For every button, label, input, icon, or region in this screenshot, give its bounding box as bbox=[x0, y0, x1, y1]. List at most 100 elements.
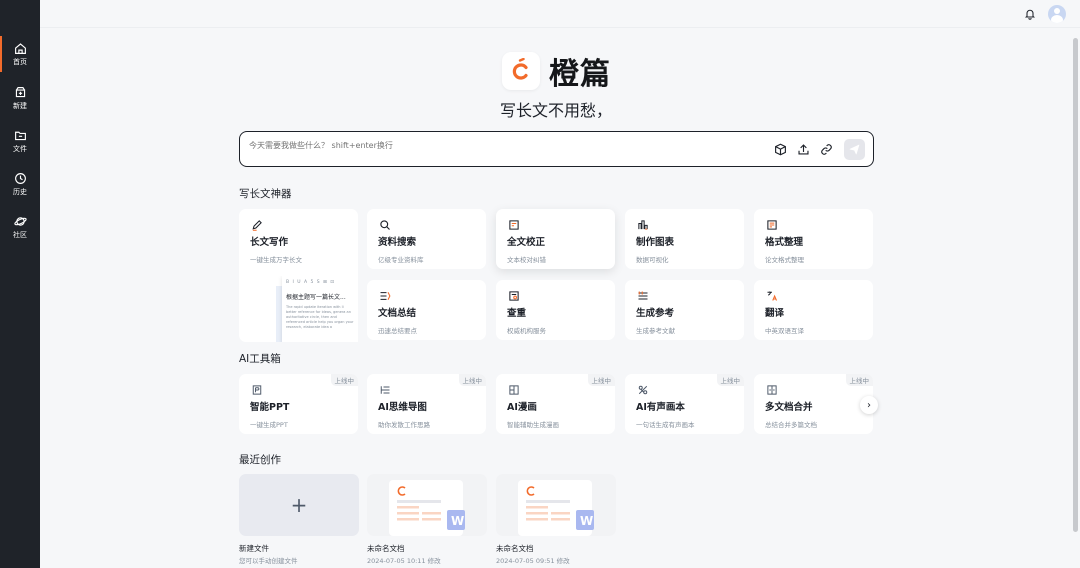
comic-icon bbox=[509, 385, 519, 395]
preview-title: 根据主题写一篇长文... bbox=[286, 294, 346, 301]
proofread-icon bbox=[509, 220, 519, 230]
card-title: 智能PPT bbox=[250, 402, 290, 413]
svg-text:W: W bbox=[451, 514, 464, 528]
new-file-button[interactable]: + bbox=[239, 474, 359, 536]
merge-icon bbox=[767, 385, 777, 395]
card-desc: 生成参考文献 bbox=[636, 327, 675, 335]
card-desc: 迅速总结要点 bbox=[378, 327, 417, 335]
card-translate[interactable]: 翻译 中英双语互译 bbox=[754, 280, 873, 340]
send-button[interactable] bbox=[844, 139, 865, 160]
card-desc: 权威机构服务 bbox=[507, 327, 546, 335]
pen-icon bbox=[252, 220, 262, 231]
avatar[interactable] bbox=[1048, 5, 1066, 23]
card-desc: 一键生成PPT bbox=[250, 421, 288, 429]
ppt-icon bbox=[252, 385, 262, 395]
format-icon bbox=[767, 220, 777, 230]
next-arrow-button[interactable]: › bbox=[860, 396, 878, 414]
card-smart-ppt[interactable]: 上线中 智能PPT 一键生成PPT bbox=[239, 374, 358, 434]
card-make-chart[interactable]: 制作图表 数据可视化 bbox=[625, 209, 744, 269]
bell-icon[interactable] bbox=[1024, 8, 1036, 20]
logo-mark bbox=[502, 52, 540, 90]
card-desc: 助你发散工作思路 bbox=[378, 421, 430, 429]
link-icon[interactable] bbox=[820, 143, 833, 156]
section-title-ai-tools: AI工具箱 bbox=[239, 353, 281, 365]
logo-c-icon bbox=[512, 58, 528, 80]
recent-item-name[interactable]: 未命名文档 bbox=[367, 543, 405, 554]
top-bar bbox=[40, 0, 1080, 28]
card-title: 长文写作 bbox=[250, 237, 289, 248]
document-thumbnail-icon: W bbox=[518, 480, 594, 536]
sidebar-item-label: 文件 bbox=[13, 144, 27, 153]
duplicate-check-icon bbox=[509, 291, 519, 301]
card-desc: 智能辅助生成漫画 bbox=[507, 421, 559, 429]
card-proofread[interactable]: 全文校正 文本校对纠错 bbox=[496, 209, 615, 269]
cube-icon[interactable] bbox=[774, 143, 787, 156]
card-comic[interactable]: 上线中 AI漫画 智能辅助生成漫画 bbox=[496, 374, 615, 434]
section-title-writing: 写长文神器 bbox=[239, 188, 292, 200]
preview-toolbar: B I U A 5 S ⊞ ⊡ bbox=[286, 280, 336, 285]
document-thumbnail-icon: W bbox=[389, 480, 465, 536]
card-audiobook[interactable]: 上线中 AI有声画本 一句话生成有声画本 bbox=[625, 374, 744, 434]
card-title: 资料搜索 bbox=[378, 237, 417, 248]
recent-item-sub: 2024-07-05 10:11 修改 bbox=[367, 557, 441, 565]
svg-text:W: W bbox=[580, 514, 593, 528]
card-desc: 总结合并多篇文档 bbox=[765, 421, 817, 429]
folder-icon bbox=[14, 131, 26, 140]
card-title: AI思维导图 bbox=[378, 402, 427, 413]
card-title: AI有声画本 bbox=[636, 402, 685, 413]
card-title: AI漫画 bbox=[507, 402, 537, 413]
card-duplicate-check[interactable]: 查重 权威机构服务 bbox=[496, 280, 615, 340]
preview-body: The rapid update iteration with li bette… bbox=[286, 305, 354, 329]
card-title: 格式整理 bbox=[765, 237, 804, 248]
plus-icon: + bbox=[290, 493, 308, 517]
card-title: 文档总结 bbox=[378, 308, 417, 319]
slogan: 写长文不用愁， bbox=[499, 101, 612, 120]
recent-item-name[interactable]: 未命名文档 bbox=[496, 543, 534, 554]
brand-logo: 橙篇 bbox=[502, 49, 611, 93]
prompt-input[interactable] bbox=[249, 141, 729, 150]
reference-icon bbox=[638, 291, 648, 300]
sidebar-item-files[interactable]: 文件 bbox=[0, 123, 40, 159]
card-material-search[interactable]: 资料搜索 亿级专业资料库 bbox=[367, 209, 486, 269]
card-desc: 文本校对纠错 bbox=[507, 256, 546, 264]
sidebar-item-label: 历史 bbox=[13, 187, 27, 196]
card-title: 生成参考 bbox=[636, 308, 675, 319]
recent-item-name[interactable]: 新建文件 bbox=[239, 543, 269, 554]
card-merge-docs[interactable]: 上线中 多文档合并 总结合并多篇文档 bbox=[754, 374, 873, 434]
card-reference[interactable]: 生成参考 生成参考文献 bbox=[625, 280, 744, 340]
recent-doc-thumbnail[interactable]: W bbox=[496, 474, 616, 536]
card-desc: 一键生成万字长文 bbox=[250, 256, 302, 264]
status-badge: 上线中 bbox=[716, 374, 744, 386]
home-icon bbox=[14, 42, 26, 54]
status-badge: 上线中 bbox=[845, 374, 873, 386]
sidebar-item-community[interactable]: 社区 bbox=[0, 209, 40, 245]
section-title-recent: 最近创作 bbox=[239, 454, 281, 466]
recent-doc-thumbnail[interactable]: W bbox=[367, 474, 487, 536]
card-title: 多文档合并 bbox=[765, 402, 813, 413]
chart-icon bbox=[638, 220, 648, 230]
upload-icon[interactable] bbox=[797, 143, 810, 156]
card-title: 全文校正 bbox=[507, 237, 546, 248]
sidebar-item-label: 首页 bbox=[13, 57, 27, 66]
chevron-right-icon: › bbox=[867, 399, 871, 411]
recent-item-sub: 2024-07-05 09:51 修改 bbox=[496, 557, 570, 565]
card-summary[interactable]: 文档总结 迅速总结要点 bbox=[367, 280, 486, 340]
brand-name: 橙篇 bbox=[549, 57, 611, 92]
send-icon bbox=[849, 144, 860, 155]
summary-icon bbox=[380, 292, 391, 300]
card-desc: 亿级专业资料库 bbox=[378, 256, 424, 264]
card-desc: 中英双语互译 bbox=[765, 327, 804, 335]
translate-icon bbox=[767, 291, 777, 301]
card-desc: 一句话生成有声画本 bbox=[636, 421, 695, 429]
history-icon bbox=[14, 172, 26, 184]
card-title: 制作图表 bbox=[636, 237, 675, 248]
sidebar-item-history[interactable]: 历史 bbox=[0, 166, 40, 202]
card-mindmap[interactable]: 上线中 AI思维导图 助你发散工作思路 bbox=[367, 374, 486, 434]
preview-document: B I U A 5 S ⊞ ⊡ 根据主题写一篇长文... The rapid u… bbox=[282, 276, 358, 342]
sidebar-item-home[interactable]: 首页 bbox=[0, 36, 40, 72]
sidebar-item-label: 社区 bbox=[13, 230, 27, 239]
writing-preview-image: B I U A 5 S ⊞ ⊡ 根据主题写一篇长文... The rapid u… bbox=[276, 276, 358, 342]
card-title: 翻译 bbox=[765, 308, 785, 319]
card-title: 查重 bbox=[507, 308, 527, 319]
card-format[interactable]: 格式整理 论文格式整理 bbox=[754, 209, 873, 269]
